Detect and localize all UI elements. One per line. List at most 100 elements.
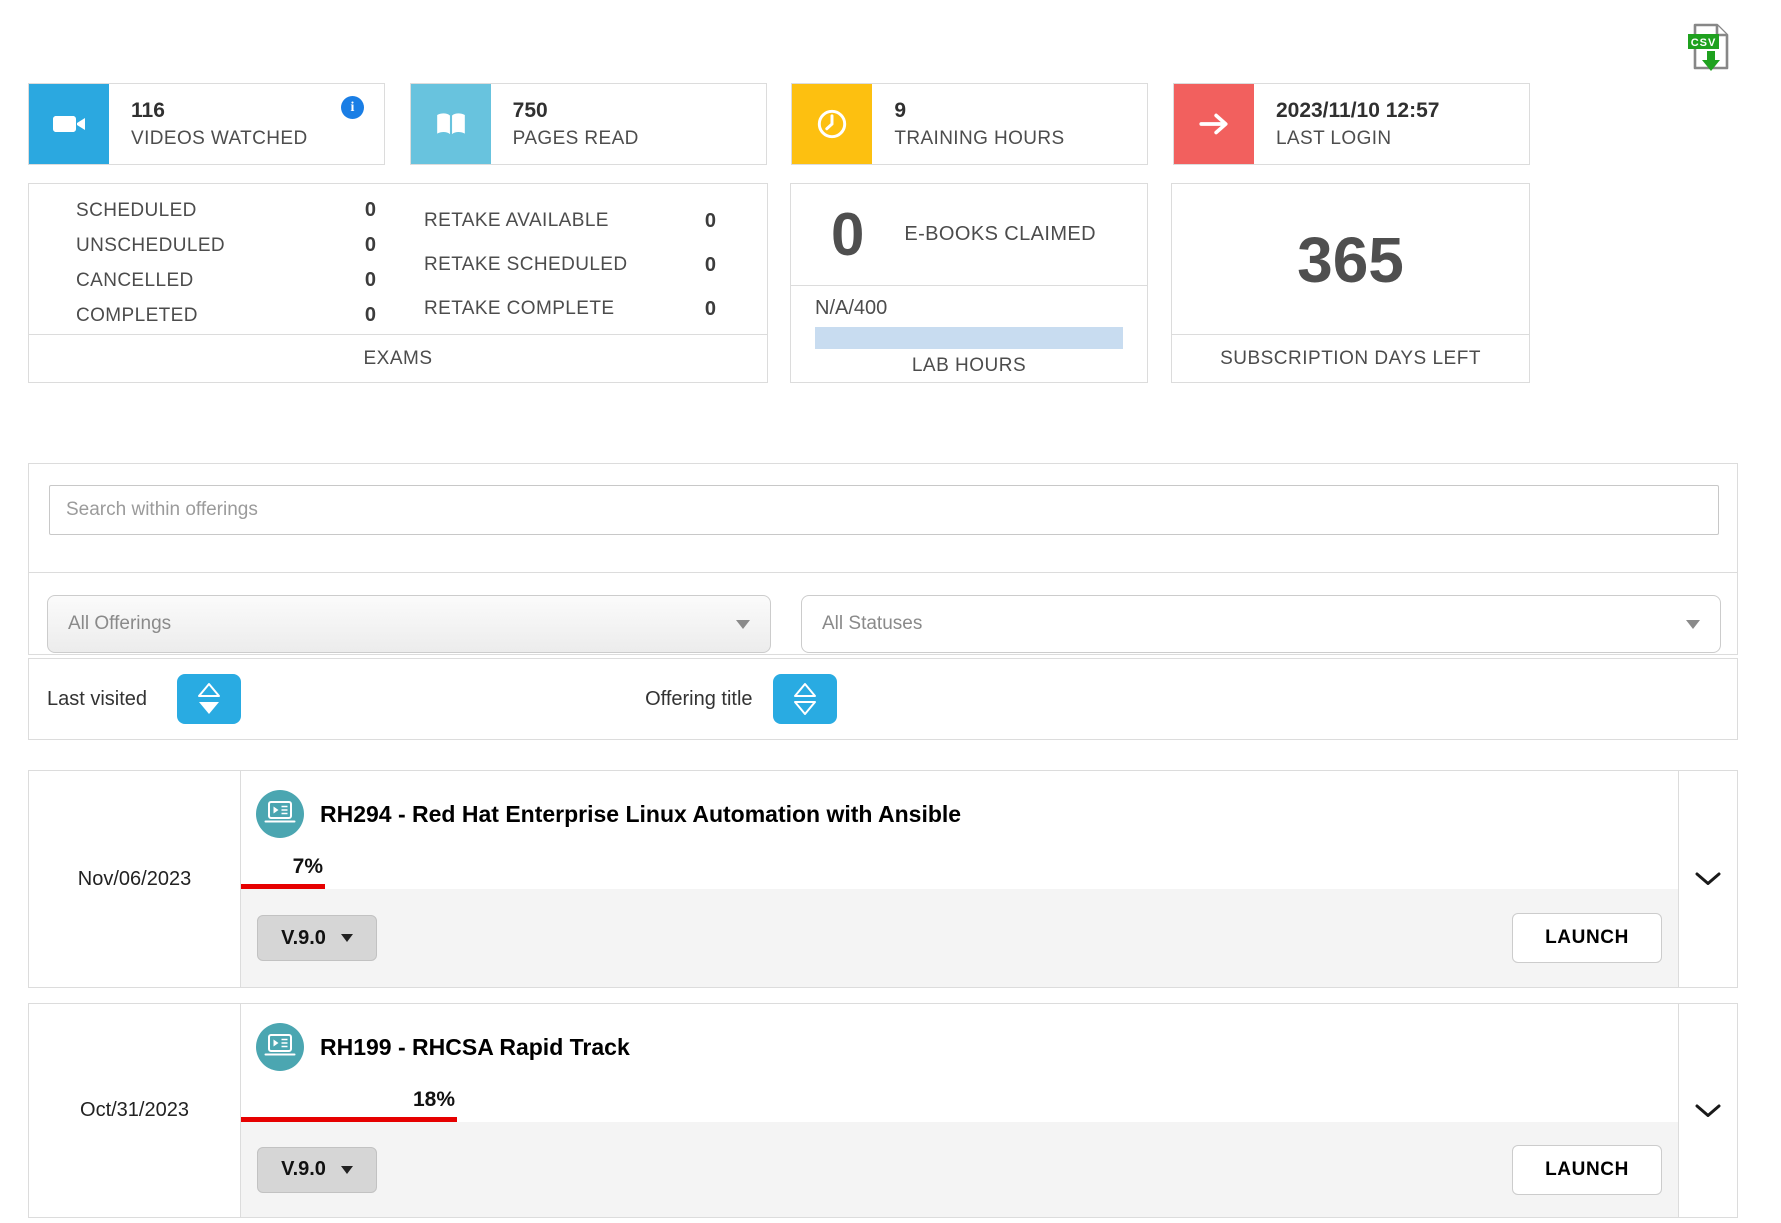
sort-last-visited-button[interactable] <box>177 674 241 724</box>
exam-label: RETAKE COMPLETE <box>424 298 614 320</box>
exam-stat-cancelled: CANCELLED 0 <box>76 263 376 298</box>
progress-track: 18% <box>241 1088 1441 1122</box>
export-csv-button[interactable]: CSV <box>1686 18 1736 76</box>
lab-hours-title: LAB HOURS <box>791 355 1147 377</box>
exam-stat-retake-scheduled: RETAKE SCHEDULED 0 <box>424 243 716 287</box>
info-icon[interactable]: i <box>341 96 364 119</box>
course-action-strip: V.9.0 LAUNCH <box>241 889 1678 987</box>
expand-course-button[interactable] <box>1679 771 1737 987</box>
offerings-select[interactable]: All Offerings <box>47 595 771 653</box>
csv-download-icon: CSV <box>1686 18 1736 76</box>
exams-left-column: SCHEDULED 0 UNSCHEDULED 0 CANCELLED 0 CO… <box>76 193 376 333</box>
subscription-panel: 365 SUBSCRIPTION DAYS LEFT <box>1171 183 1530 383</box>
pages-read-label: PAGES READ <box>513 128 639 150</box>
videos-watched-label: VIDEOS WATCHED <box>131 128 308 150</box>
open-book-icon <box>411 84 491 164</box>
stats-row: 116 VIDEOS WATCHED i 750 PAGES READ 9 TR… <box>28 83 1530 165</box>
exam-value: 0 <box>365 234 376 257</box>
launch-button[interactable]: LAUNCH <box>1512 913 1662 963</box>
stat-card-last-login: 2023/11/10 12:57 LAST LOGIN <box>1173 83 1530 165</box>
lab-hours-usage: N/A/400 <box>815 297 1147 320</box>
version-select-value: V.9.0 <box>281 927 326 950</box>
exam-value: 0 <box>365 199 376 222</box>
stat-text: 9 TRAINING HOURS <box>872 84 1064 164</box>
pages-read-value: 750 <box>513 99 639 123</box>
launch-button[interactable]: LAUNCH <box>1512 1145 1662 1195</box>
stat-text: 2023/11/10 12:57 LAST LOGIN <box>1254 84 1440 164</box>
exams-panel: SCHEDULED 0 UNSCHEDULED 0 CANCELLED 0 CO… <box>28 183 768 383</box>
expand-course-button[interactable] <box>1679 1004 1737 1217</box>
stat-text: 116 VIDEOS WATCHED <box>109 84 308 164</box>
exams-panel-title: EXAMS <box>29 334 767 382</box>
ebooks-lab-panel: 0 E-BOOKS CLAIMED N/A/400 LAB HOURS <box>790 183 1148 383</box>
exam-value: 0 <box>705 298 716 321</box>
course-title[interactable]: RH294 - Red Hat Enterprise Linux Automat… <box>320 801 961 828</box>
last-login-label: LAST LOGIN <box>1276 128 1440 150</box>
statuses-select[interactable]: All Statuses <box>801 595 1721 653</box>
filters-card: All Offerings All Statuses <box>28 463 1738 655</box>
course-title-row: RH294 - Red Hat Enterprise Linux Automat… <box>256 785 1678 843</box>
subscription-panel-title: SUBSCRIPTION DAYS LEFT <box>1172 334 1529 382</box>
training-hours-label: TRAINING HOURS <box>894 128 1064 150</box>
exam-label: RETAKE AVAILABLE <box>424 210 609 232</box>
panels-row: SCHEDULED 0 UNSCHEDULED 0 CANCELLED 0 CO… <box>28 183 1530 383</box>
offerings-select-value: All Offerings <box>68 613 171 635</box>
search-section <box>29 485 1737 573</box>
chevron-down-icon <box>1695 872 1721 886</box>
chevron-down-icon <box>1686 620 1700 629</box>
chevron-down-icon <box>736 620 750 629</box>
exam-stat-completed: COMPLETED 0 <box>76 298 376 333</box>
course-title[interactable]: RH199 - RHCSA Rapid Track <box>320 1034 630 1061</box>
svg-text:CSV: CSV <box>1691 37 1717 49</box>
progress-track: 7% <box>241 855 1441 889</box>
lab-hours-progress-bar <box>815 327 1123 349</box>
training-hours-value: 9 <box>894 99 1064 123</box>
last-login-value: 2023/11/10 12:57 <box>1276 99 1440 123</box>
arrow-right-icon <box>1174 84 1254 164</box>
sort-offering-title-button[interactable] <box>773 674 837 724</box>
progress-bar: 18% <box>241 1088 457 1122</box>
videos-watched-value: 116 <box>131 99 308 123</box>
sort-last-visited-label: Last visited <box>47 688 147 711</box>
exam-stat-scheduled: SCHEDULED 0 <box>76 193 376 228</box>
course-last-visited-date: Nov/06/2023 <box>29 771 241 987</box>
chevron-down-icon <box>341 934 353 942</box>
elearning-course-icon <box>256 790 304 838</box>
sort-offering-title-label: Offering title <box>645 688 752 711</box>
course-row-rh294: Nov/06/2023 RH294 - Red Hat Enterprise L… <box>28 770 1738 988</box>
stat-card-training-hours: 9 TRAINING HOURS <box>791 83 1148 165</box>
version-select[interactable]: V.9.0 <box>257 1147 377 1193</box>
version-select[interactable]: V.9.0 <box>257 915 377 961</box>
chevron-down-icon <box>341 1166 353 1174</box>
clock-icon <box>792 84 872 164</box>
statuses-select-value: All Statuses <box>822 613 922 635</box>
exam-label: COMPLETED <box>76 305 198 327</box>
exam-value: 0 <box>365 269 376 292</box>
video-camera-icon <box>29 84 109 164</box>
course-last-visited-date: Oct/31/2023 <box>29 1004 241 1217</box>
elearning-course-icon <box>256 1023 304 1071</box>
subscription-days-value: 365 <box>1172 184 1529 336</box>
exam-value: 0 <box>705 254 716 277</box>
version-select-value: V.9.0 <box>281 1158 326 1181</box>
sort-row: Last visited Offering title <box>28 658 1738 740</box>
exam-value: 0 <box>365 304 376 327</box>
course-row-rh199: Oct/31/2023 RH199 - RHCSA Rapid Track 18… <box>28 1003 1738 1218</box>
course-main: RH294 - Red Hat Enterprise Linux Automat… <box>241 771 1679 987</box>
exam-stat-retake-complete: RETAKE COMPLETE 0 <box>424 287 716 331</box>
exam-stat-unscheduled: UNSCHEDULED 0 <box>76 228 376 263</box>
exam-label: RETAKE SCHEDULED <box>424 254 627 276</box>
progress-bar: 7% <box>241 855 325 889</box>
course-title-row: RH199 - RHCSA Rapid Track <box>256 1018 1678 1076</box>
exam-stat-retake-available: RETAKE AVAILABLE 0 <box>424 199 716 243</box>
stat-card-pages-read: 750 PAGES READ <box>410 83 767 165</box>
sort-arrows-icon <box>195 681 223 717</box>
exam-label: CANCELLED <box>76 270 194 292</box>
exam-label: UNSCHEDULED <box>76 235 225 257</box>
search-input[interactable] <box>49 485 1719 535</box>
sort-arrows-icon <box>791 681 819 717</box>
rhls-dashboard-page: { "export": { "csv_label": "CSV" }, "ico… <box>0 0 1781 1223</box>
course-main: RH199 - RHCSA Rapid Track 18% V.9.0 LAUN… <box>241 1004 1679 1217</box>
chevron-down-icon <box>1695 1104 1721 1118</box>
stat-text: 750 PAGES READ <box>491 84 639 164</box>
